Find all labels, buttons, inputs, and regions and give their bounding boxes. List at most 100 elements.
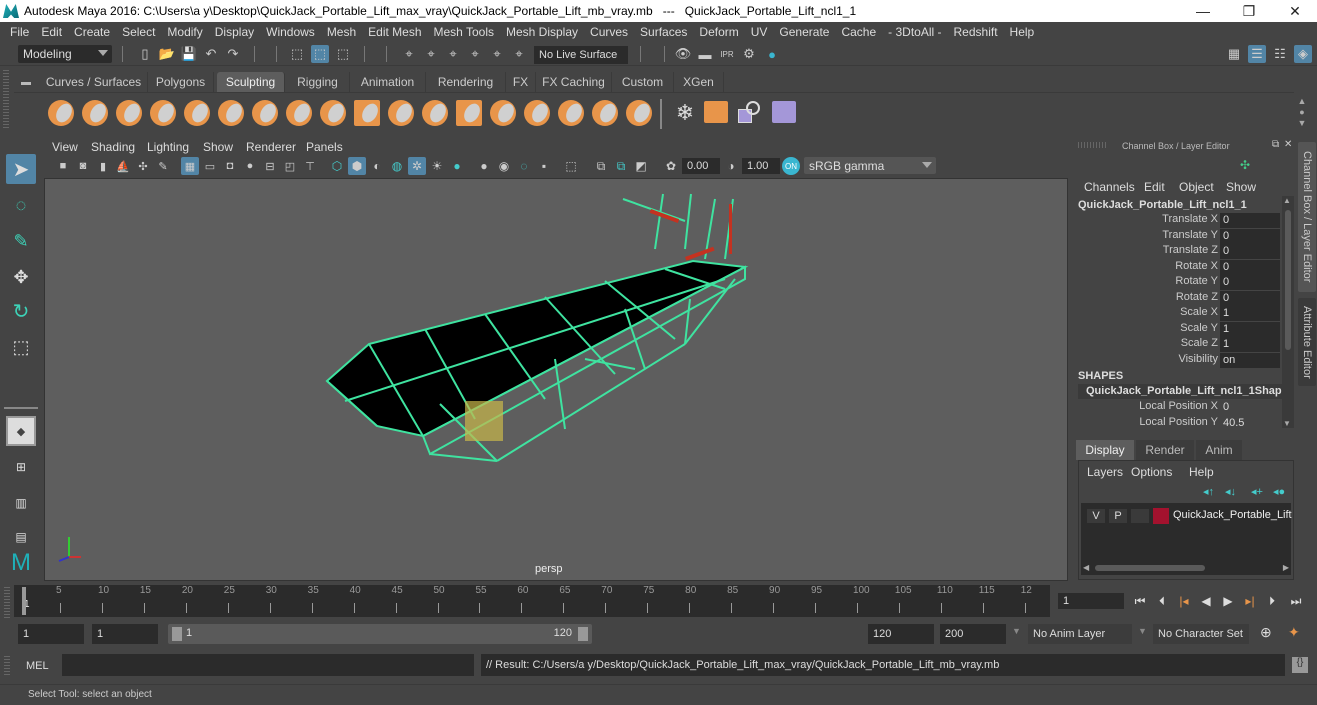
channel-row[interactable]: Translate Y0	[1072, 228, 1282, 244]
fill-tool-icon[interactable]	[456, 100, 482, 126]
close-panel-icon[interactable]: ✕	[1284, 139, 1292, 150]
scrollbar-thumb[interactable]	[1095, 565, 1205, 571]
shelf-tab-fx[interactable]: FX	[506, 72, 536, 92]
menu-mesh-display[interactable]: Mesh Display	[500, 25, 584, 39]
select-component-icon[interactable]: ⬚	[334, 45, 352, 63]
ipr-render-icon[interactable]: IPR	[718, 45, 736, 63]
menu-file[interactable]: File	[4, 25, 35, 39]
menu-3dtoall[interactable]: - 3DtoAll -	[882, 25, 947, 39]
scrollbar-thumb[interactable]	[1285, 210, 1291, 350]
shelf-tab-curves-surfaces[interactable]: Curves / Surfaces	[40, 72, 148, 92]
depth-of-field-icon[interactable]: ◌	[515, 157, 533, 175]
film-gate-icon[interactable]: ▭	[201, 157, 219, 175]
perspective-viewport[interactable]: persp	[44, 178, 1068, 581]
shape-channel-row[interactable]: Local Position Y 40.5	[1072, 416, 1282, 431]
grab-tool-icon[interactable]	[150, 100, 176, 126]
select-hierarchy-icon[interactable]: ⬚	[288, 45, 306, 63]
snap-curve-icon[interactable]: ⌖	[422, 45, 440, 63]
channel-row[interactable]: Translate Z0	[1072, 244, 1282, 259]
play-forwards-button[interactable]: ▶	[1220, 594, 1236, 608]
channel-value-field[interactable]: on	[1220, 352, 1280, 368]
move-layer-up-icon[interactable]: ◂↑	[1203, 485, 1214, 498]
minimize-button[interactable]: —	[1180, 0, 1226, 22]
shape-name[interactable]: QuickJack_Portable_Lift_ncl1_1Shape	[1078, 384, 1288, 399]
render-settings-icon[interactable]: ⚙	[740, 45, 758, 63]
anti-aliasing-icon[interactable]: ◉	[495, 157, 513, 175]
layer-tab-render[interactable]: Render	[1136, 440, 1194, 460]
object-name[interactable]: QuickJack_Portable_Lift_ncl1_1	[1078, 199, 1247, 211]
channel-value-field[interactable]: 0	[1220, 213, 1280, 228]
channel-row[interactable]: Scale Y1	[1072, 321, 1282, 337]
channel-value-field[interactable]: 0	[1220, 290, 1280, 306]
select-object-icon[interactable]: ⬚	[311, 45, 329, 63]
snap-grid-icon[interactable]: ⌖	[400, 45, 418, 63]
gate-mask-icon[interactable]: ●	[241, 157, 259, 175]
chevron-down-icon[interactable]: ▼	[1138, 626, 1147, 636]
menu-deform[interactable]: Deform	[693, 25, 744, 39]
manipulator-icon[interactable]: ✣	[1240, 158, 1250, 172]
amplify-tool-icon[interactable]	[592, 100, 618, 126]
exposure-field[interactable]: 0.00	[682, 158, 720, 174]
float-panel-icon[interactable]: ⧉	[1272, 139, 1279, 150]
channel-row[interactable]: Rotate X0	[1072, 259, 1282, 275]
xray-icon[interactable]: ⬚	[562, 157, 580, 175]
flatten-tool-icon[interactable]	[218, 100, 244, 126]
menu-edit-mesh[interactable]: Edit Mesh	[362, 25, 427, 39]
cb-menu-edit[interactable]: Edit	[1144, 180, 1165, 194]
menu-redshift[interactable]: Redshift	[948, 25, 1004, 39]
knife-tool-icon[interactable]	[490, 100, 516, 126]
layer-menu-help[interactable]: Help	[1189, 465, 1214, 479]
shape-channel-row[interactable]: Local Position X0	[1072, 400, 1282, 415]
sculpt-tool-icon[interactable]	[48, 100, 74, 126]
menu-mesh-tools[interactable]: Mesh Tools	[428, 25, 500, 39]
layer-menu-options[interactable]: Options	[1131, 465, 1172, 479]
field-chart-icon[interactable]: ⊟	[261, 157, 279, 175]
animation-end-field[interactable]: 200	[940, 624, 1006, 644]
textured-icon[interactable]: ◍	[388, 157, 406, 175]
layer-tab-display[interactable]: Display	[1076, 440, 1134, 460]
gamma-field[interactable]: 1.00	[742, 158, 780, 174]
motion-blur-icon[interactable]: ●	[475, 157, 493, 175]
foamy-tool-icon[interactable]	[252, 100, 278, 126]
step-forward-frame-button[interactable]: ⏵	[1264, 594, 1280, 608]
repeat-tool-icon[interactable]	[320, 100, 346, 126]
channel-value-field[interactable]: 40.5	[1220, 416, 1280, 431]
exposure-icon[interactable]: ✿	[662, 157, 680, 175]
menuset-dropdown[interactable]: Modeling	[18, 45, 112, 63]
snap-point-icon[interactable]: ⌖	[444, 45, 462, 63]
grid-icon[interactable]: ▦	[181, 157, 199, 175]
channel-box-toggle-icon[interactable]: ◈	[1294, 45, 1312, 63]
isolate-select-icon[interactable]: ▪	[535, 157, 553, 175]
menu-generate[interactable]: Generate	[773, 25, 835, 39]
channel-row[interactable]: Visibility on	[1072, 352, 1282, 368]
redo-icon[interactable]: ↷	[224, 45, 242, 63]
current-time-indicator[interactable]	[22, 587, 26, 615]
save-scene-icon[interactable]: 💾	[180, 45, 198, 63]
side-tab-attribute-editor[interactable]: Attribute Editor	[1298, 298, 1316, 386]
auto-key-icon[interactable]: ⊕	[1260, 624, 1272, 641]
channel-value-field[interactable]: 0	[1220, 275, 1280, 290]
channel-value-field[interactable]: 0	[1220, 244, 1280, 259]
script-language-toggle[interactable]: MEL	[26, 660, 49, 672]
maya-home-icon[interactable]: M	[6, 548, 36, 578]
drag-handle[interactable]	[1078, 142, 1108, 148]
open-scene-icon[interactable]: 📂	[158, 45, 176, 63]
panel-menu-renderer[interactable]: Renderer	[246, 140, 296, 154]
channel-row[interactable]: Scale X1	[1072, 306, 1282, 321]
panel-menu-show[interactable]: Show	[203, 140, 233, 154]
menu-cache[interactable]: Cache	[835, 25, 882, 39]
sculpt-settings-icon[interactable]	[704, 101, 728, 123]
single-perspective-layout-icon[interactable]: ◆	[6, 416, 36, 446]
go-to-end-button[interactable]: ⏭	[1288, 594, 1304, 608]
channel-row[interactable]: Rotate Z0	[1072, 290, 1282, 306]
side-tab-channel-box[interactable]: Channel Box / Layer Editor	[1298, 142, 1316, 292]
menu-surfaces[interactable]: Surfaces	[634, 25, 693, 39]
select-tool-icon[interactable]: ➤	[6, 154, 36, 184]
image-plane-icon[interactable]: ⛵	[114, 157, 132, 175]
screen-space-ao-icon[interactable]: ●	[448, 157, 466, 175]
shelf-tab-custom[interactable]: Custom	[612, 72, 674, 92]
maximize-button[interactable]: ❐	[1226, 0, 1272, 22]
safe-title-icon[interactable]: ⊤	[301, 157, 319, 175]
scrape-tool-icon[interactable]	[422, 100, 448, 126]
step-back-frame-button[interactable]: ⏴	[1154, 594, 1170, 608]
